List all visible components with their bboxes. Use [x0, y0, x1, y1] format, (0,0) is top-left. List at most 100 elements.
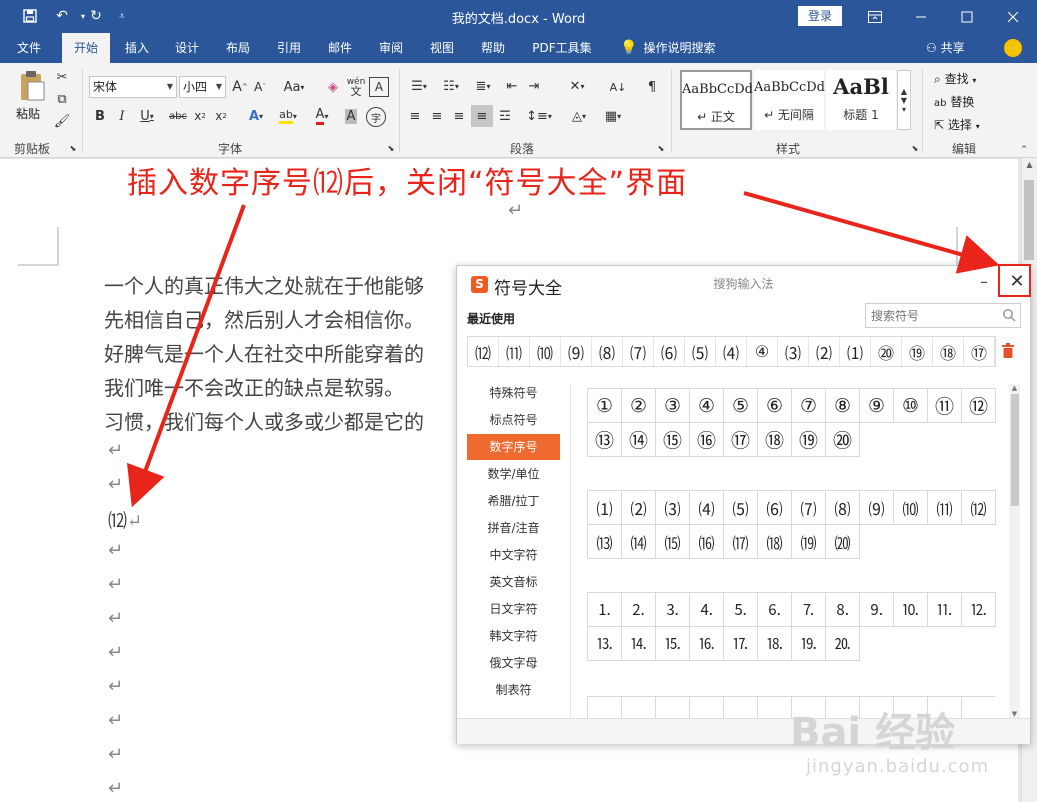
symbol-cell[interactable]: ⒍ — [757, 592, 792, 627]
recent-symbol[interactable]: ⑶ — [778, 337, 809, 366]
symbol-cell[interactable]: ⒉ — [621, 592, 656, 627]
symbol-cell[interactable]: ⒇ — [825, 524, 860, 559]
symbol-cell[interactable]: ⑷ — [689, 490, 724, 525]
show-marks-icon[interactable]: ¶ — [644, 77, 660, 97]
symbol-cell[interactable] — [757, 696, 792, 718]
recent-symbol[interactable]: ⑹ — [654, 337, 685, 366]
category-number-sequences[interactable]: 数字序号 — [467, 434, 560, 460]
text-effects-icon[interactable]: A ▾ — [243, 107, 269, 125]
symbol-cell[interactable]: ⒑ — [893, 592, 928, 627]
recent-symbol[interactable]: ⑳ — [871, 337, 902, 366]
symbol-cell[interactable]: ⑵ — [621, 490, 656, 525]
styles-scroll[interactable]: ▲ ▼ ▾ — [897, 70, 911, 130]
recent-symbol[interactable]: ⑴ — [840, 337, 871, 366]
feedback-smiley-icon[interactable] — [1004, 39, 1022, 57]
symbol-cell[interactable]: ⒚ — [791, 626, 826, 661]
tab-file[interactable]: 文件 — [6, 33, 52, 63]
symbol-cell[interactable] — [621, 696, 656, 718]
symbol-cell[interactable]: ⒎ — [791, 592, 826, 627]
symbol-cell[interactable]: ⑿ — [961, 490, 996, 525]
recent-symbol[interactable]: ⑽ — [530, 337, 561, 366]
sort-icon[interactable]: A↓ — [610, 77, 627, 97]
recent-symbol[interactable]: ⑵ — [809, 337, 840, 366]
category-punctuation[interactable]: 标点符号 — [467, 407, 560, 433]
symbol-cell[interactable]: ⑴ — [587, 490, 622, 525]
highlight-color-icon[interactable]: ab ▾ — [273, 107, 303, 125]
symbol-cell[interactable]: ⒕ — [621, 626, 656, 661]
category-greek-latin[interactable]: 希腊/拉丁 — [467, 488, 560, 514]
chinese-layout-icon[interactable]: ✕ ▾ — [564, 77, 590, 95]
recent-symbol[interactable]: ⑱ — [933, 337, 964, 366]
document-scroll-thumb[interactable] — [1024, 180, 1034, 260]
inserted-symbol-line[interactable]: ⑿↵ — [108, 506, 142, 533]
font-name-combo[interactable]: 宋体 ▼ — [89, 76, 177, 98]
symbol-cell[interactable]: ⒗ — [689, 626, 724, 661]
symbol-cell[interactable]: ③ — [655, 388, 690, 423]
search-icon[interactable] — [1002, 308, 1016, 322]
symbol-cell[interactable]: ⑱ — [757, 422, 792, 457]
recent-symbol[interactable]: ⑲ — [902, 337, 933, 366]
strikethrough-icon[interactable]: abc — [168, 107, 188, 125]
symbol-cell[interactable]: ⑲ — [791, 422, 826, 457]
symbol-cell[interactable] — [655, 696, 690, 718]
ribbon-display-icon[interactable] — [852, 0, 898, 33]
symbol-cell[interactable]: ⒃ — [689, 524, 724, 559]
symbol-cell[interactable]: ⑺ — [791, 490, 826, 525]
style-no-spacing[interactable]: AaBbCcDd ↵ 无间隔 — [754, 70, 825, 130]
symbol-cell[interactable]: ⒅ — [757, 524, 792, 559]
text-line[interactable]: 好脾气是一个人在社交中所能穿着的 — [104, 338, 424, 367]
tab-help[interactable]: 帮助 — [470, 33, 516, 63]
symbol-cell[interactable] — [587, 696, 622, 718]
character-shading-icon[interactable]: A — [343, 107, 359, 125]
recent-symbol[interactable]: ⑾ — [499, 337, 530, 366]
text-line[interactable]: 我们唯一不会改正的缺点是软弱。 — [104, 372, 404, 401]
symbol-cell[interactable] — [961, 696, 995, 718]
symbol-cell[interactable]: ⒊ — [655, 592, 690, 627]
symbol-cell[interactable]: ⒘ — [723, 626, 758, 661]
symbol-cell[interactable]: ⒏ — [825, 592, 860, 627]
symbol-cell[interactable]: ⒐ — [859, 592, 894, 627]
symbol-cell[interactable]: ⑳ — [825, 422, 860, 457]
tab-view[interactable]: 视图 — [419, 33, 465, 63]
clear-recent-icon[interactable] — [1001, 343, 1015, 359]
text-line[interactable]: 先相信自己，然后别人才会相信你。 — [104, 304, 424, 333]
recent-symbol[interactable]: ⑰ — [964, 337, 995, 366]
copy-icon[interactable]: ⧉ — [54, 91, 70, 107]
symbol-cell[interactable]: ⑫ — [961, 388, 996, 423]
recent-symbol[interactable]: ⑸ — [685, 337, 716, 366]
bold-icon[interactable]: B — [92, 107, 108, 125]
scroll-up-icon[interactable]: ▲ — [1009, 384, 1020, 392]
tab-layout[interactable]: 布局 — [215, 33, 261, 63]
symbol-cell[interactable]: ⒈ — [587, 592, 622, 627]
symbol-cell[interactable]: ⑨ — [859, 388, 894, 423]
justify-icon[interactable]: ≡ — [471, 105, 493, 127]
symbol-cell[interactable]: ⒓ — [961, 592, 996, 627]
multilevel-list-icon[interactable]: ≣ ▾ — [470, 77, 496, 95]
collapse-ribbon-icon[interactable]: ⌃ — [1018, 145, 1030, 155]
font-size-combo[interactable]: 小四 ▼ — [179, 76, 226, 98]
select-button[interactable]: ⇱ 选择 ▾ — [934, 116, 980, 133]
symbol-cell[interactable]: ⒔ — [587, 626, 622, 661]
symbol-cell[interactable]: ⑭ — [621, 422, 656, 457]
symbol-cell[interactable]: ⒀ — [587, 524, 622, 559]
bullets-icon[interactable]: ☰ ▾ — [406, 77, 432, 95]
symbol-cell[interactable] — [723, 696, 758, 718]
shrink-font-icon[interactable]: Aˇ — [252, 78, 268, 96]
symbol-cell[interactable]: ⒋ — [689, 592, 724, 627]
recent-symbol[interactable]: ⑷ — [716, 337, 747, 366]
underline-icon[interactable]: U ▾ — [136, 107, 158, 125]
symbol-cell[interactable]: ④ — [689, 388, 724, 423]
align-right-icon[interactable]: ≡ — [450, 107, 468, 125]
numbering-icon[interactable]: ☷ ▾ — [438, 77, 464, 95]
symbol-cell[interactable]: ⒄ — [723, 524, 758, 559]
symbol-cell[interactable]: ⑹ — [757, 490, 792, 525]
increase-indent-icon[interactable]: ⇥ — [526, 77, 542, 95]
recent-symbol[interactable]: ⑻ — [592, 337, 623, 366]
symbol-cell[interactable]: ⒌ — [723, 592, 758, 627]
phonetic-guide-icon[interactable]: wén 文 — [345, 76, 367, 98]
style-heading-1[interactable]: AaBl 标题 1 — [826, 70, 896, 130]
tab-insert[interactable]: 插入 — [114, 33, 160, 63]
distributed-icon[interactable]: ☲ — [496, 107, 514, 125]
italic-icon[interactable]: I — [114, 107, 130, 125]
symbol-cell[interactable]: ⑾ — [927, 490, 962, 525]
